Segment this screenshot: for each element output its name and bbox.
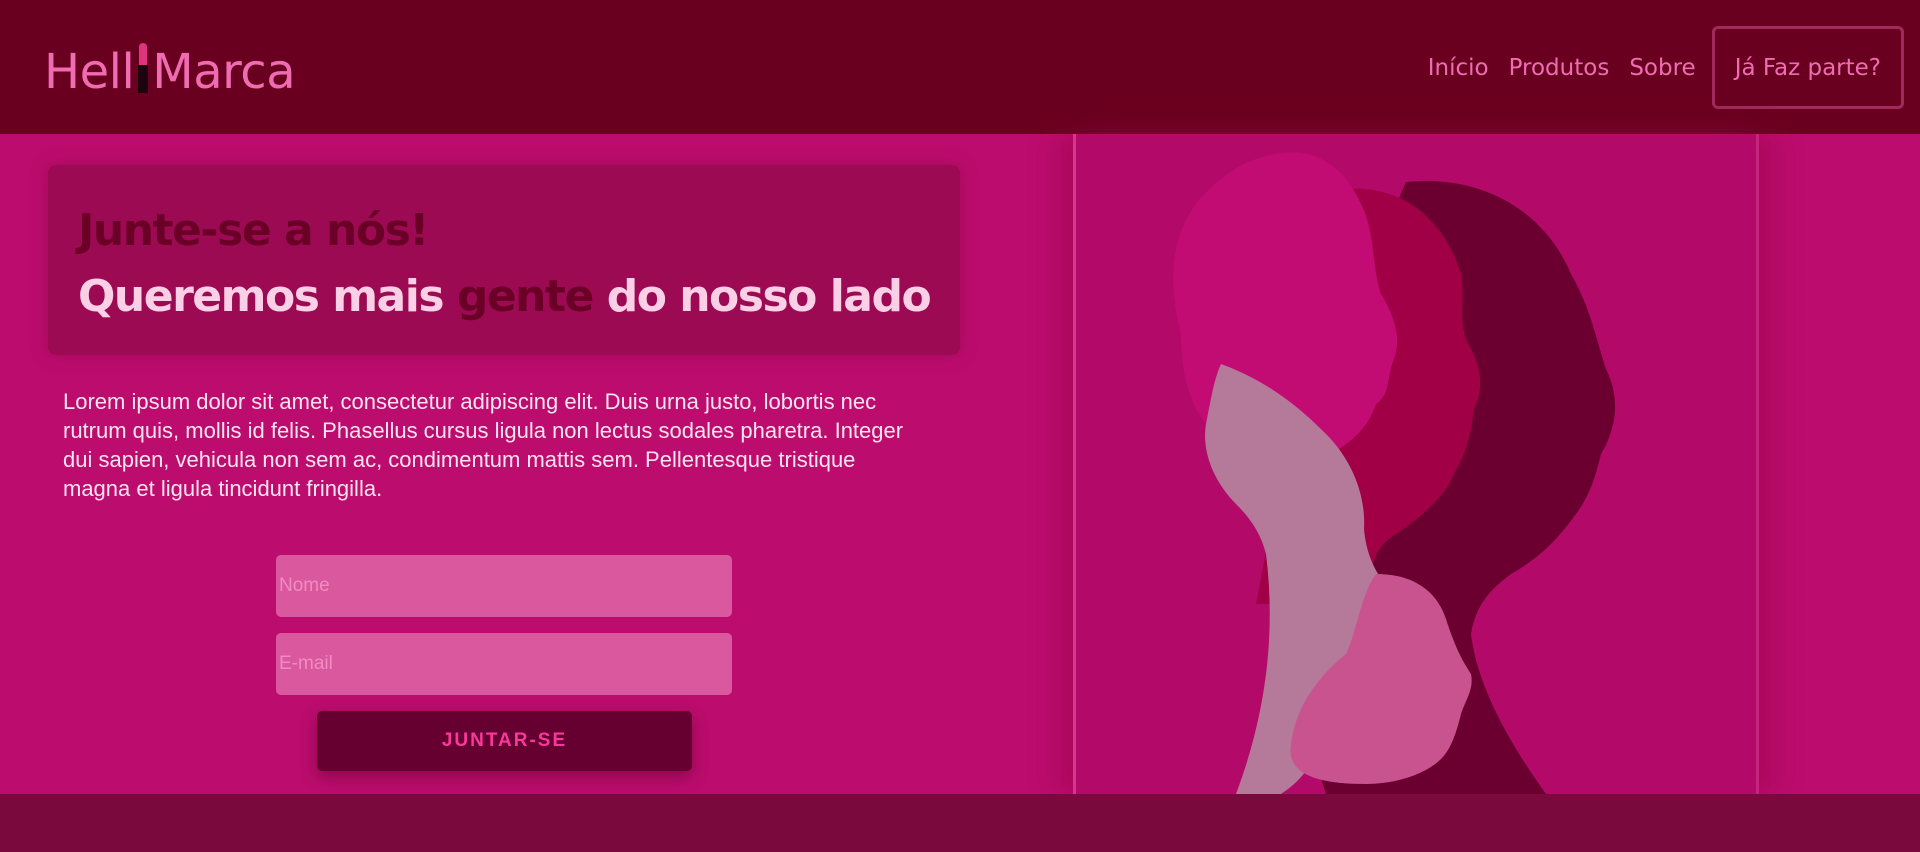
hero-subtitle-end: do nosso lado	[592, 271, 932, 322]
hero-title: Junte-se a nós!	[78, 205, 429, 256]
brand-name-part1: Hell	[44, 44, 135, 100]
lipstick-icon	[138, 43, 149, 93]
brand-logo[interactable]: Hell Marca	[44, 42, 296, 102]
intro-text: Lorem ipsum dolor sit amet, consectetur …	[63, 389, 904, 501]
hero-subtitle-start: Queremos mais	[78, 271, 457, 322]
main-nav: Início Produtos Sobre Já Faz parte?	[1408, 26, 1904, 109]
nav-item-produtos[interactable]: Produtos	[1509, 55, 1610, 81]
hero-card: Junte-se a nós! Queremos mais gente do n…	[48, 165, 960, 355]
site-footer	[0, 794, 1920, 852]
illustration-panel	[1073, 134, 1759, 794]
nav-item-inicio[interactable]: Início	[1428, 55, 1489, 81]
join-button[interactable]: JUNTAR-SE	[317, 711, 692, 771]
hero-subtitle: Queremos mais gente do nosso lado	[78, 271, 932, 322]
site-header: Hell Marca Início Produtos Sobre Já Faz …	[0, 0, 1920, 134]
already-member-button[interactable]: Já Faz parte?	[1711, 26, 1904, 109]
nav-item-sobre[interactable]: Sobre	[1629, 55, 1695, 81]
women-silhouettes-illustration	[1173, 152, 1616, 794]
email-field[interactable]	[276, 633, 732, 695]
hero-subtitle-highlight: gente	[456, 271, 595, 322]
brand-name-part2: Marca	[152, 44, 296, 100]
name-field[interactable]	[276, 555, 732, 617]
